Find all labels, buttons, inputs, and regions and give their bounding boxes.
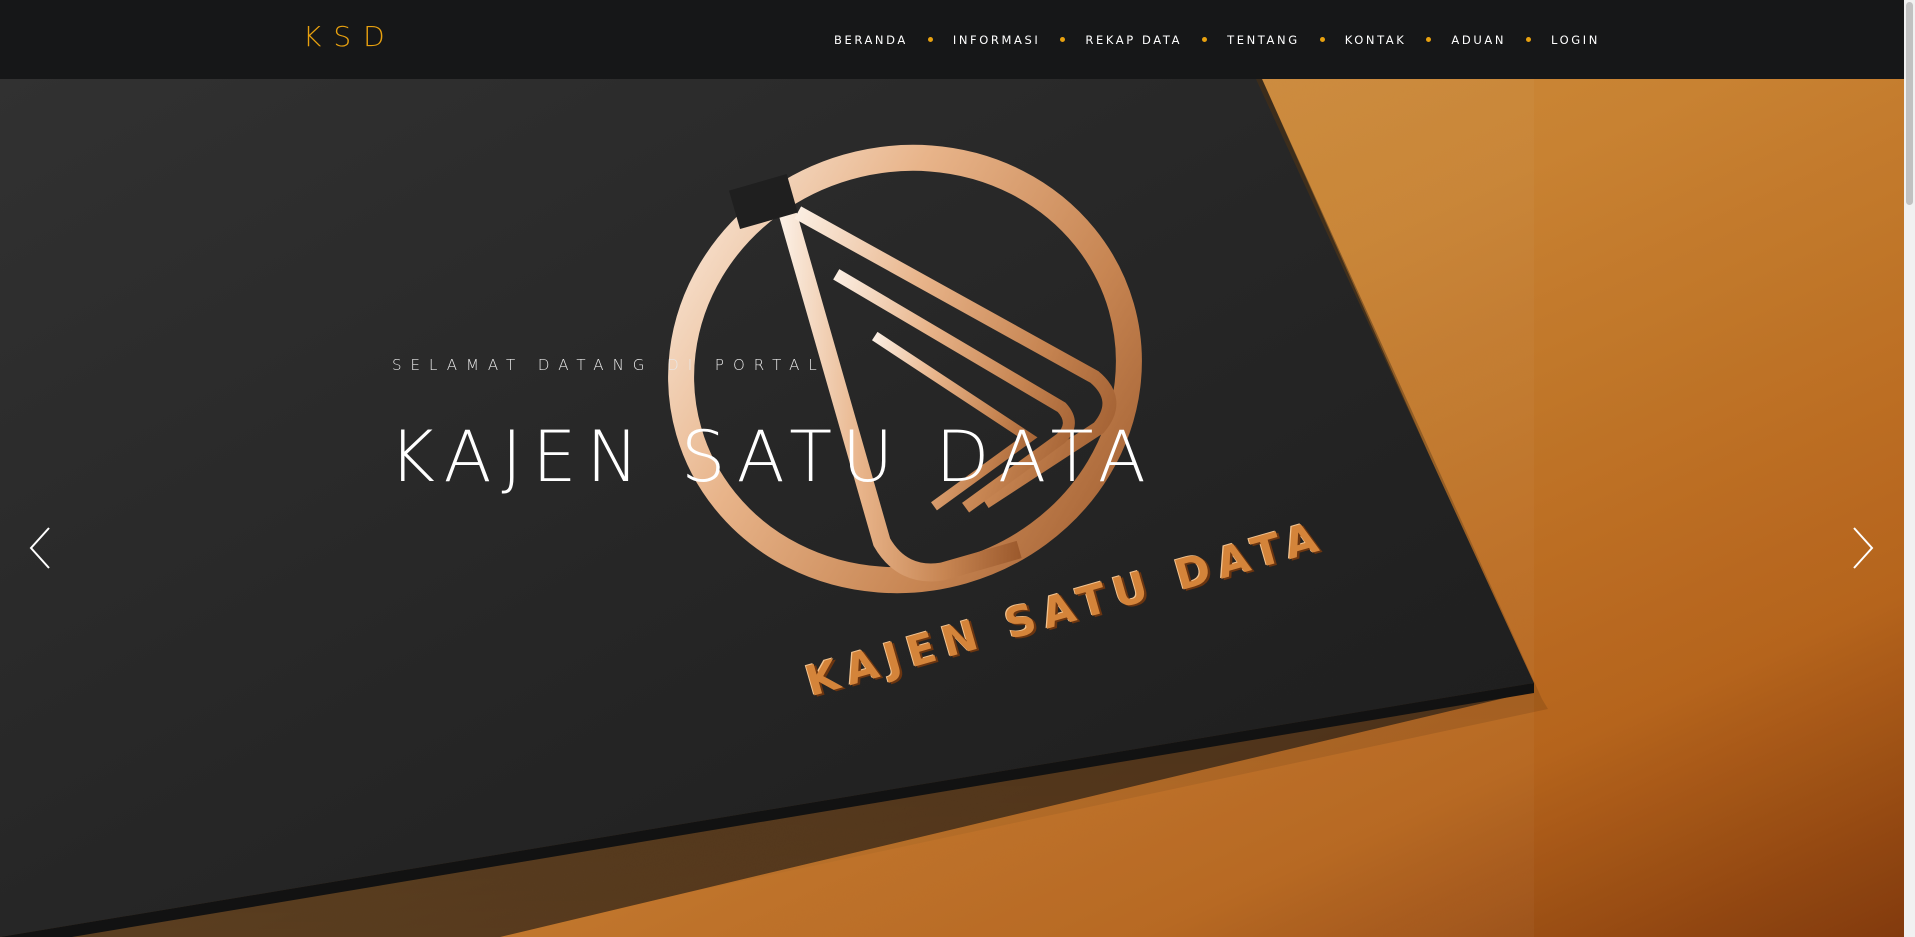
nav-link-login[interactable]: LOGIN [1551,33,1600,47]
nav-separator-dot [1060,37,1066,42]
page: KSD BERANDA INFORMASI REKAP DATA TENTANG… [0,0,1915,937]
nav-separator-dot [927,37,933,42]
nav-item-aduan: ADUAN [1451,33,1551,47]
hero-caption: SELAMAT DATANG DI PORTAL KAJEN SATU DATA [389,356,1156,498]
chevron-left-icon[interactable] [27,526,57,570]
nav-separator-dot [1202,37,1208,42]
nav-separator-dot [1526,37,1532,42]
nav-item-informasi: INFORMASI [953,33,1086,47]
nav-item-kontak: KONTAK [1345,33,1452,47]
nav-link-beranda[interactable]: BERANDA [834,33,908,47]
nav-separator-dot [1319,37,1325,42]
hero-background-image [0,79,1904,937]
top-navbar: KSD BERANDA INFORMASI REKAP DATA TENTANG… [0,0,1904,79]
nav-link-aduan[interactable]: ADUAN [1451,33,1506,47]
nav-item-beranda: BERANDA [834,33,953,47]
page-scrollbar[interactable] [1904,0,1915,937]
hero-title: KAJEN SATU DATA [389,416,1156,498]
hero-carousel: KAJEN SATU DATA SELAMAT DATANG DI PORTAL… [0,79,1904,937]
nav-item-rekap-data: REKAP DATA [1085,33,1227,47]
nav-link-tentang[interactable]: TENTANG [1227,33,1300,47]
nav-link-informasi[interactable]: INFORMASI [953,33,1041,47]
brand-logo-text[interactable]: KSD [303,20,397,53]
nav-link-rekap-data[interactable]: REKAP DATA [1085,33,1182,47]
nav-item-login: LOGIN [1551,33,1600,47]
main-nav: BERANDA INFORMASI REKAP DATA TENTANG KON… [834,0,1600,79]
chevron-right-icon[interactable] [1846,526,1876,570]
hero-subtitle: SELAMAT DATANG DI PORTAL [392,356,826,374]
scrollbar-thumb[interactable] [1906,2,1913,205]
nav-link-kontak[interactable]: KONTAK [1345,33,1407,47]
nav-separator-dot [1426,37,1432,42]
nav-item-tentang: TENTANG [1227,33,1345,47]
